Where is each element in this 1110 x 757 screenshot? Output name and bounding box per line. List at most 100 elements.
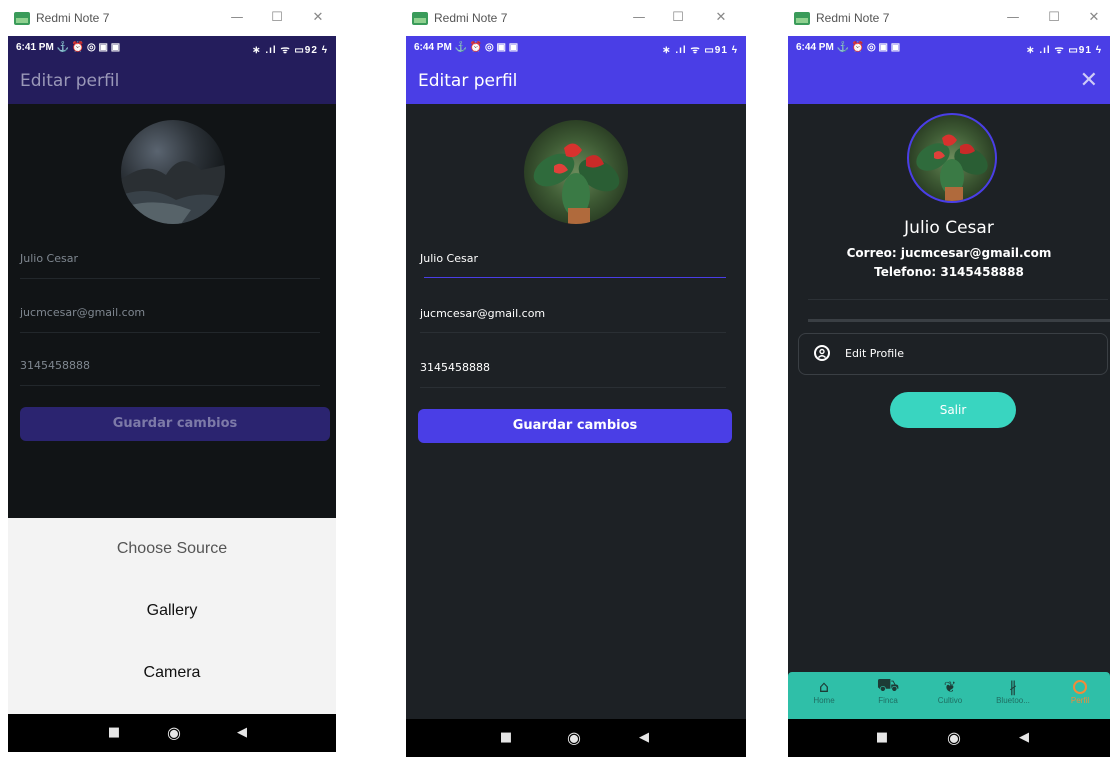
camera-option[interactable]: Camera [8,664,336,682]
status-time: 6:44 PM ⚓ ⏰ ◎ ▣ ▣ [796,42,901,53]
emulator-window-2: Redmi Note 7 — ☐ ✕ 6:44 PM ⚓ ⏰ ◎ ▣ ▣ ∗ .… [406,0,746,757]
page-title: Editar perfil [20,71,120,91]
maximize-icon[interactable]: ☐ [266,8,288,28]
avatar-image [916,134,988,201]
email-field[interactable]: jucmcesar@gmail.com [20,306,145,319]
status-time: 6:41 PM ⚓ ⏰ ◎ ▣ ▣ [16,42,121,53]
phone-screen: 6:41 PM ⚓ ⏰ ◎ ▣ ▣ ∗ .ıl ᯤ ▭92 ϟ Editar p… [8,36,336,752]
phone-field[interactable]: 3145458888 [20,359,90,372]
emulator-app-icon [14,12,30,25]
save-button[interactable]: Guardar cambios [418,409,732,443]
nav-item-perfil[interactable]: Perfil [1058,678,1102,705]
profile-name: Julio Cesar [904,218,994,238]
nav-item-home[interactable]: ⌂ Home [804,677,844,706]
home-button-icon[interactable]: ◉ [942,719,966,757]
window-title: Redmi Note 7 [816,11,890,25]
profile-icon [814,345,830,361]
home-button-icon[interactable]: ◉ [562,719,586,757]
divider [808,299,1108,300]
gallery-option[interactable]: Gallery [8,602,336,620]
phone-field[interactable]: 3145458888 [420,361,490,374]
page-title: Editar perfil [418,71,518,91]
app-bar: Editar perfil [406,60,746,104]
source-bottom-sheet: Choose Source Gallery Camera [8,518,336,716]
close-icon[interactable]: ✕ [710,8,732,28]
app-bar: ✕ [788,60,1110,104]
status-bar: 6:41 PM ⚓ ⏰ ◎ ▣ ▣ ∗ .ıl ᯤ ▭92 ϟ [8,36,336,60]
leaf-icon: ❦ [943,678,957,696]
bottom-navigation: ⌂ Home ⛟ Finca ❦ Cultivo ∦ Bluetoo... Pe… [788,672,1110,719]
minimize-icon[interactable]: — [1002,8,1024,28]
nav-label: Perfil [1070,696,1090,705]
phone-field-underline [20,385,320,386]
emulator-app-icon [794,12,810,25]
avatar-image [121,161,225,224]
status-icons: ∗ .ıl ᯤ ▭92 ϟ [252,45,328,56]
status-time: 6:44 PM ⚓ ⏰ ◎ ▣ ▣ [414,42,519,53]
maximize-icon[interactable]: ☐ [667,8,689,28]
window-titlebar[interactable]: Redmi Note 7 — ☐ ✕ [406,0,746,36]
status-bar: 6:44 PM ⚓ ⏰ ◎ ▣ ▣ ∗ .ıl ᯤ ▭91 ϟ [406,36,746,60]
nav-item-bluetooth[interactable]: ∦ Bluetoo... [988,678,1038,705]
system-nav-bar: ■ ◉ ◀ [8,714,336,752]
nav-label: Cultivo [937,696,963,705]
close-window-icon[interactable]: ✕ [1083,8,1105,28]
profile-email: Correo: jucmcesar@gmail.com [846,246,1052,260]
back-icon[interactable]: ◀ [1012,719,1036,757]
email-field-underline [20,332,320,333]
system-nav-bar: ■ ◉ ◀ [406,719,746,757]
recents-icon[interactable]: ■ [870,719,894,757]
sheet-title: Choose Source [116,540,228,557]
avatar-image [533,143,620,224]
nav-label: Bluetoo... [996,696,1030,705]
phone-screen: 6:44 PM ⚓ ⏰ ◎ ▣ ▣ ∗ .ıl ᯤ ▭91 ϟ Editar p… [406,36,746,757]
maximize-icon[interactable]: ☐ [1043,8,1065,28]
tractor-icon: ⛟ [876,675,900,696]
email-field[interactable]: jucmcesar@gmail.com [420,307,545,320]
avatar[interactable] [524,120,628,224]
minimize-icon[interactable]: — [226,8,248,28]
nav-item-finca[interactable]: ⛟ Finca [868,675,908,706]
status-bar: 6:44 PM ⚓ ⏰ ◎ ▣ ▣ ∗ .ıl ᯤ ▭91 ϟ [788,36,1110,60]
home-icon: ⌂ [818,677,830,696]
close-icon[interactable]: ✕ [1080,68,1098,93]
avatar [907,113,997,203]
minimize-icon[interactable]: — [628,8,650,28]
bluetooth-icon: ∦ [1009,678,1017,696]
emulator-app-icon [412,12,428,25]
nav-label: Finca [878,696,898,705]
name-field-underline [20,278,320,279]
emulator-window-3: Redmi Note 7 — ☐ ✕ 6:44 PM ⚓ ⏰ ◎ ▣ ▣ ∗ .… [788,0,1110,757]
profile-phone: Telefono: 3145458888 [874,265,1024,279]
divider [808,319,1110,322]
emulator-window-1: Redmi Note 7 — ☐ ✕ 6:41 PM ⚓ ⏰ ◎ ▣ ▣ ∗ .… [8,0,336,752]
window-title: Redmi Note 7 [36,11,110,25]
status-icons: ∗ .ıl ᯤ ▭91 ϟ [1026,45,1102,56]
back-icon[interactable]: ◀ [230,714,254,752]
recents-icon[interactable]: ■ [494,719,518,757]
logout-button[interactable]: Salir [890,392,1016,428]
save-button[interactable]: Guardar cambios [20,407,330,441]
edit-profile-label: Edit Profile [845,347,905,360]
nav-item-cultivo[interactable]: ❦ Cultivo [928,678,972,705]
name-field[interactable]: Julio Cesar [420,252,478,265]
profile-icon [1073,680,1087,694]
recents-icon[interactable]: ■ [102,714,126,752]
close-icon[interactable]: ✕ [307,8,329,28]
window-titlebar[interactable]: Redmi Note 7 — ☐ ✕ [788,0,1110,36]
nav-label: Home [813,696,835,705]
back-icon[interactable]: ◀ [632,719,656,757]
email-field-underline [420,332,726,333]
avatar[interactable] [121,120,225,224]
phone-screen: 6:44 PM ⚓ ⏰ ◎ ▣ ▣ ∗ .ıl ᯤ ▭91 ϟ ✕ Julio … [788,36,1110,757]
window-titlebar[interactable]: Redmi Note 7 — ☐ ✕ [8,0,336,36]
name-field-underline-focused [424,277,726,278]
window-title: Redmi Note 7 [434,11,508,25]
app-bar: Editar perfil [8,60,336,104]
home-button-icon[interactable]: ◉ [162,714,186,752]
edit-profile-button[interactable]: Edit Profile [798,333,1108,375]
system-nav-bar: ■ ◉ ◀ [788,719,1110,757]
name-field[interactable]: Julio Cesar [20,252,78,265]
status-icons: ∗ .ıl ᯤ ▭91 ϟ [662,45,738,56]
phone-field-underline [420,387,726,388]
